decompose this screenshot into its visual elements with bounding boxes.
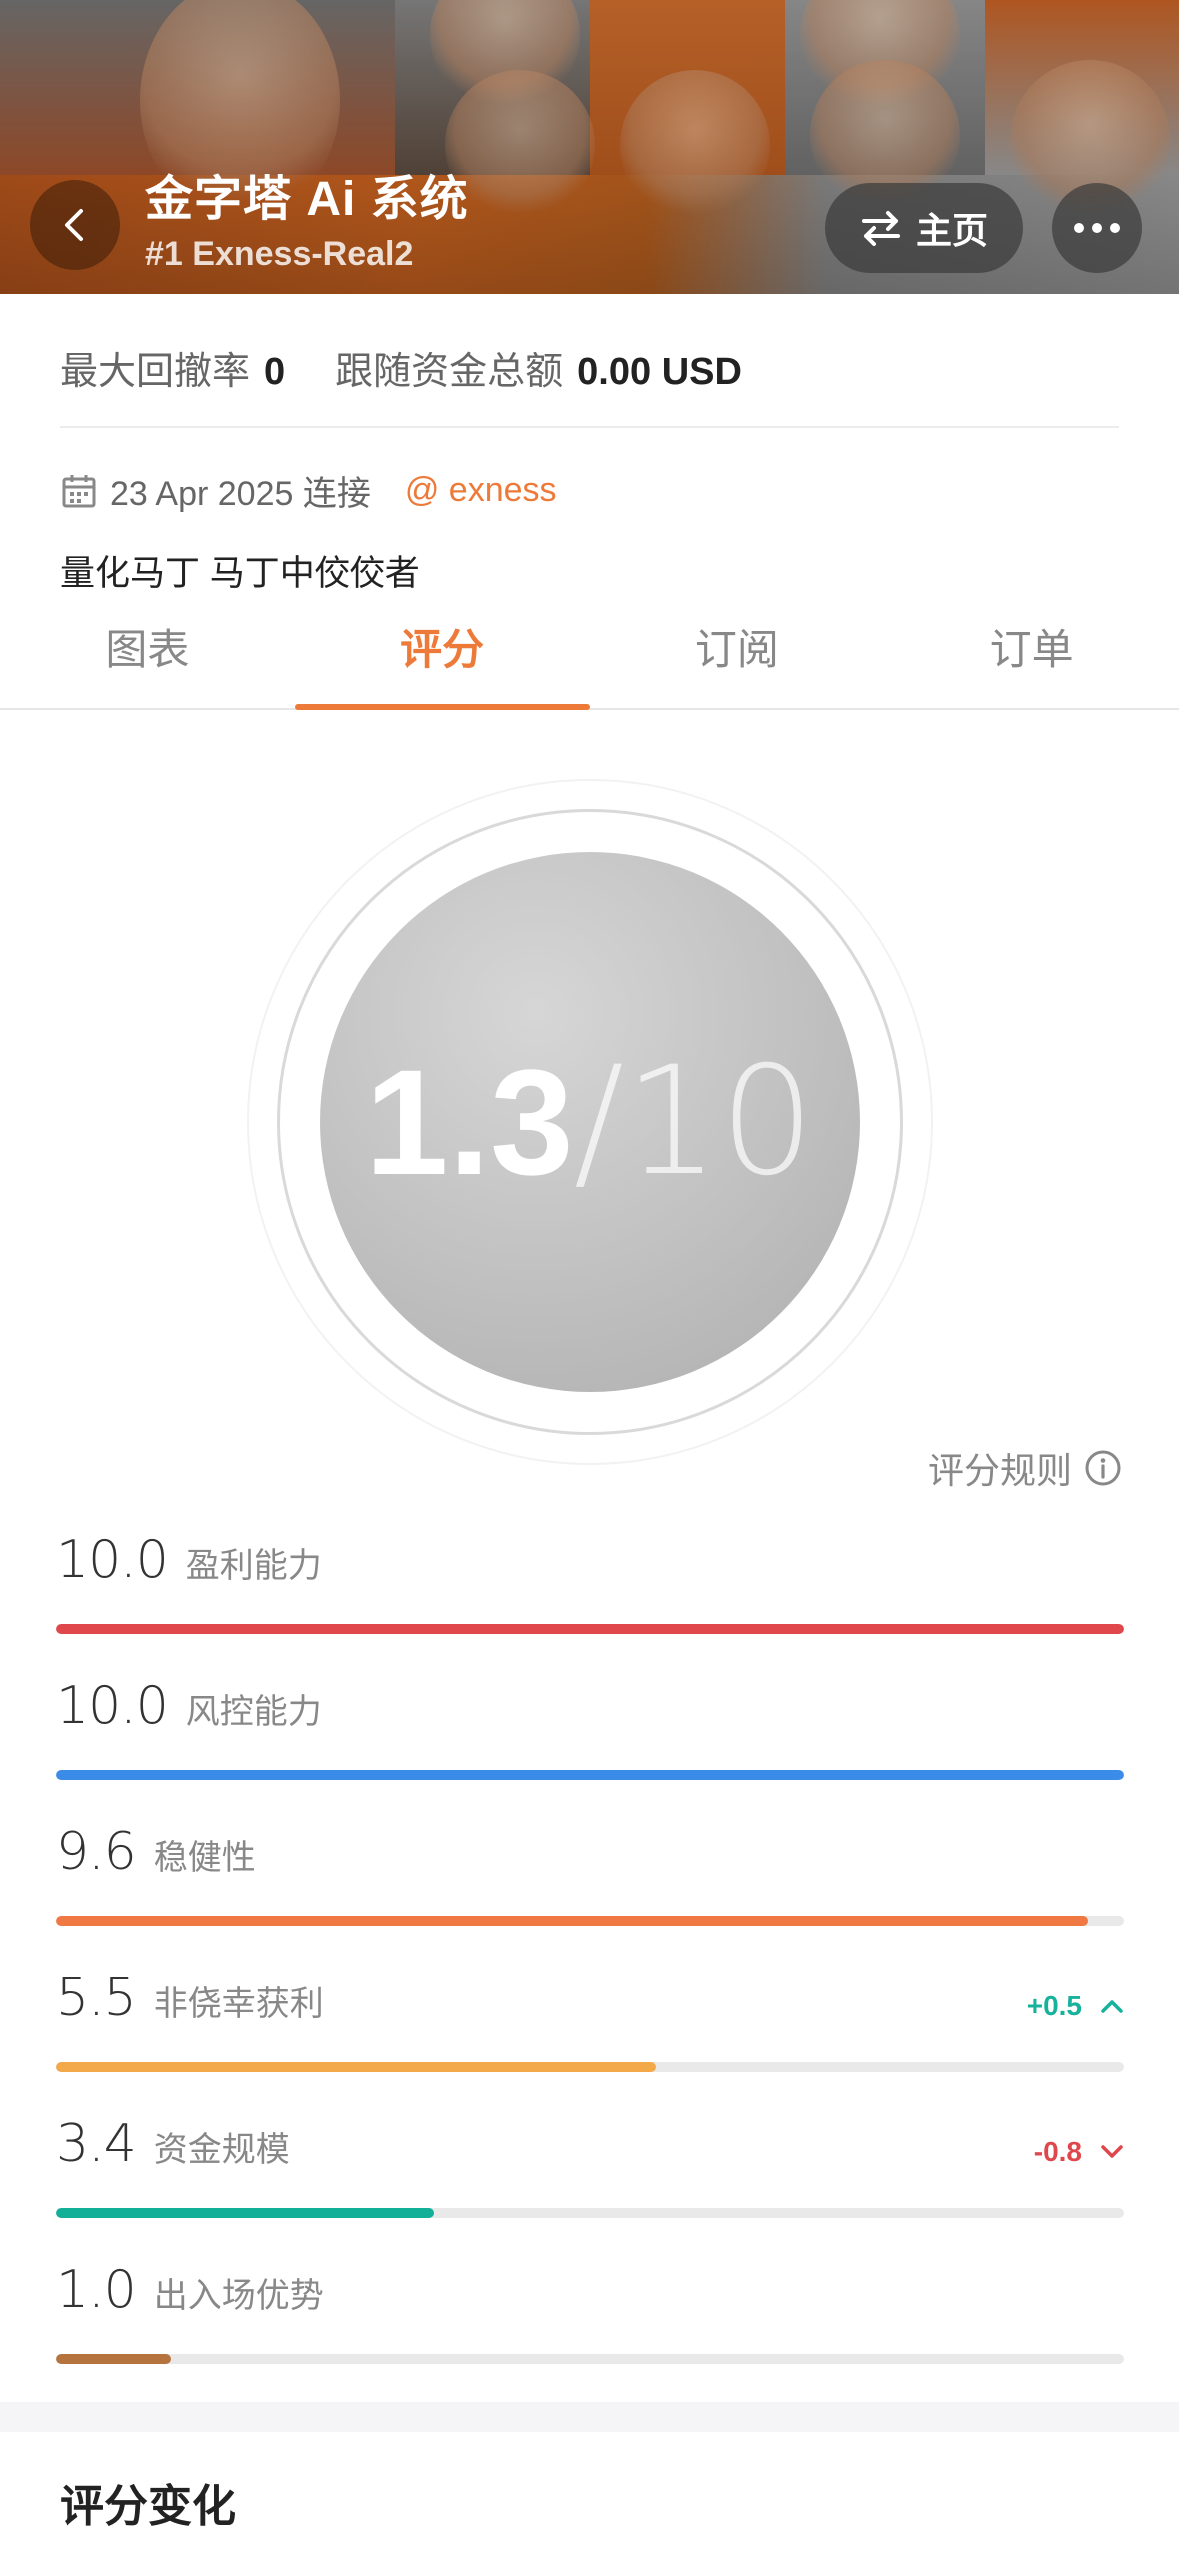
stats-row: 最大回撤率 0 跟随资金总额 0.00 USD <box>60 340 742 395</box>
metric-row: 5.5 非侥幸获利 +0.5 <box>56 1968 1124 2072</box>
metric-row: 3.4 资金规模 -0.8 <box>56 2114 1124 2218</box>
score-value: 1.3 <box>365 1037 574 1206</box>
metric-value: 10.0 <box>56 1530 169 1590</box>
divider <box>60 426 1119 428</box>
metric-progress-track <box>56 1770 1124 1780</box>
metric-progress-fill <box>56 2062 657 2072</box>
meta-row: 23 Apr 2025 连接 @ exness <box>60 466 557 515</box>
metric-progress-track <box>56 2354 1124 2364</box>
metric-progress-fill <box>56 1916 1088 1926</box>
metric-row: 10.0 风控能力 <box>56 1676 1124 1780</box>
more-dot <box>1092 223 1102 233</box>
calendar-icon <box>62 474 96 507</box>
metric-delta: +0.5 <box>1027 1990 1124 2022</box>
metric-row: 1.0 出入场优势 <box>56 2260 1124 2364</box>
metric-label: 稳健性 <box>153 1839 256 1877</box>
score-rules-label: 评分规则 <box>927 1450 1072 1491</box>
score-max: /10 <box>573 1035 815 1209</box>
metric-value: 9.6 <box>56 1822 137 1882</box>
home-button[interactable]: 主页 <box>825 183 1023 273</box>
tab-subscribe[interactable]: 订阅 <box>590 610 885 708</box>
tab-score[interactable]: 评分 <box>294 610 590 710</box>
metric-progress-track <box>56 1916 1124 1926</box>
max-drawdown-label: 最大回撤率 <box>60 351 251 393</box>
metric-delta-value: -0.8 <box>1033 2136 1082 2167</box>
metric-value: 10.0 <box>56 1676 169 1736</box>
metric-label: 风控能力 <box>185 1693 322 1731</box>
chevron-up-icon <box>1101 2000 1123 2013</box>
metric-progress-track <box>56 1624 1124 1634</box>
metric-delta: -0.8 <box>1034 2136 1124 2168</box>
metric-label: 非侥幸获利 <box>153 1985 324 2023</box>
tab-orders[interactable]: 订单 <box>884 610 1179 708</box>
account-subtitle: #1 Exness-Real2 <box>145 235 414 273</box>
more-dot <box>1110 223 1120 233</box>
chevron-left-icon <box>65 209 83 241</box>
metric-progress-fill <box>56 1624 1124 1634</box>
metric-progress-fill <box>56 2208 435 2218</box>
tab-bar: 图表 评分 订阅 订单 <box>0 610 1179 710</box>
follow-total-label: 跟随资金总额 <box>335 351 564 393</box>
metric-progress-track <box>56 2062 1124 2072</box>
score-change-title: 评分变化 <box>60 2482 236 2531</box>
more-dots-icon <box>1074 223 1084 233</box>
page-title: 金字塔 Ai 系统 <box>145 173 469 226</box>
section-gap <box>0 2402 1179 2432</box>
metric-delta-value: +0.5 <box>1026 1990 1082 2021</box>
home-button-label: 主页 <box>915 210 988 251</box>
metric-progress-fill <box>56 1770 1124 1780</box>
max-drawdown-value: 0 <box>264 351 286 393</box>
connected-date: 23 Apr 2025 连接 <box>110 475 371 513</box>
score-rules-link[interactable]: 评分规则 <box>928 1442 1122 1494</box>
metric-row: 10.0 盈利能力 <box>56 1530 1124 1634</box>
chevron-down-icon <box>1101 2145 1123 2158</box>
score-gauge: 1.3 /10 <box>247 779 933 1465</box>
swap-arrows-icon <box>861 211 900 246</box>
metric-progress-track <box>56 2208 1124 2218</box>
metric-label: 资金规模 <box>153 2131 290 2169</box>
metric-row: 9.6 稳健性 <box>56 1822 1124 1926</box>
broker-link[interactable]: @ exness <box>405 471 557 510</box>
more-button[interactable] <box>1052 183 1142 273</box>
metric-value: 1.0 <box>56 2260 137 2320</box>
info-icon <box>1085 1450 1121 1486</box>
header-title-block: 金字塔 Ai 系统 #1 Exness-Real2 <box>145 170 469 276</box>
score-core: 1.3 /10 <box>320 852 860 1392</box>
back-button[interactable] <box>30 180 120 270</box>
tab-chart[interactable]: 图表 <box>0 610 295 708</box>
metric-progress-fill <box>56 2354 172 2364</box>
metric-value: 5.5 <box>56 1968 137 2028</box>
metric-label: 盈利能力 <box>185 1547 322 1585</box>
metric-label: 出入场优势 <box>153 2277 324 2315</box>
strategy-description: 量化马丁 马丁中佼佼者 <box>60 554 420 593</box>
metric-value: 3.4 <box>56 2114 137 2174</box>
follow-total-value: 0.00 USD <box>577 351 742 393</box>
